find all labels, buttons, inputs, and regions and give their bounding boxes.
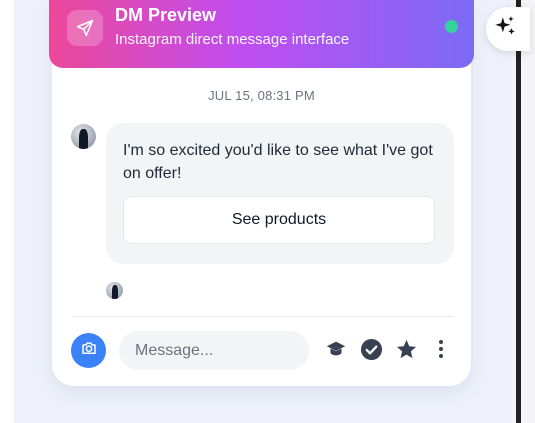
graduation-cap-icon[interactable]: [324, 337, 348, 361]
page-left-edge: [0, 0, 14, 423]
paper-plane-icon: [67, 10, 103, 46]
composer-top-divider: [72, 316, 454, 317]
page-right-panel: [511, 0, 535, 423]
header-subtitle: Instagram direct message interface: [115, 31, 350, 48]
online-status-dot: [445, 20, 458, 33]
see-products-button[interactable]: See products: [123, 196, 435, 244]
camera-icon: [80, 339, 98, 362]
message-text: I'm so excited you'd like to see what I'…: [123, 142, 433, 182]
ai-assist-button[interactable]: [486, 7, 530, 51]
message-timestamp: JUL 15, 08:31 PM: [208, 88, 315, 103]
message-bubble: I'm so excited you'd like to see what I'…: [106, 123, 454, 264]
scrollbar-track[interactable]: [516, 0, 521, 423]
header-title: DM Preview: [115, 5, 217, 25]
sparkles-icon: [492, 14, 518, 45]
star-icon[interactable]: [394, 337, 418, 361]
message-input[interactable]: [119, 331, 309, 370]
sender-avatar[interactable]: [71, 124, 96, 149]
dm-preview-header: DM Preview Instagram direct message inte…: [49, 0, 474, 68]
seen-avatar: [106, 282, 123, 299]
camera-button[interactable]: [71, 333, 106, 368]
check-circle-icon[interactable]: [359, 337, 383, 361]
more-vertical-icon[interactable]: [429, 337, 453, 361]
